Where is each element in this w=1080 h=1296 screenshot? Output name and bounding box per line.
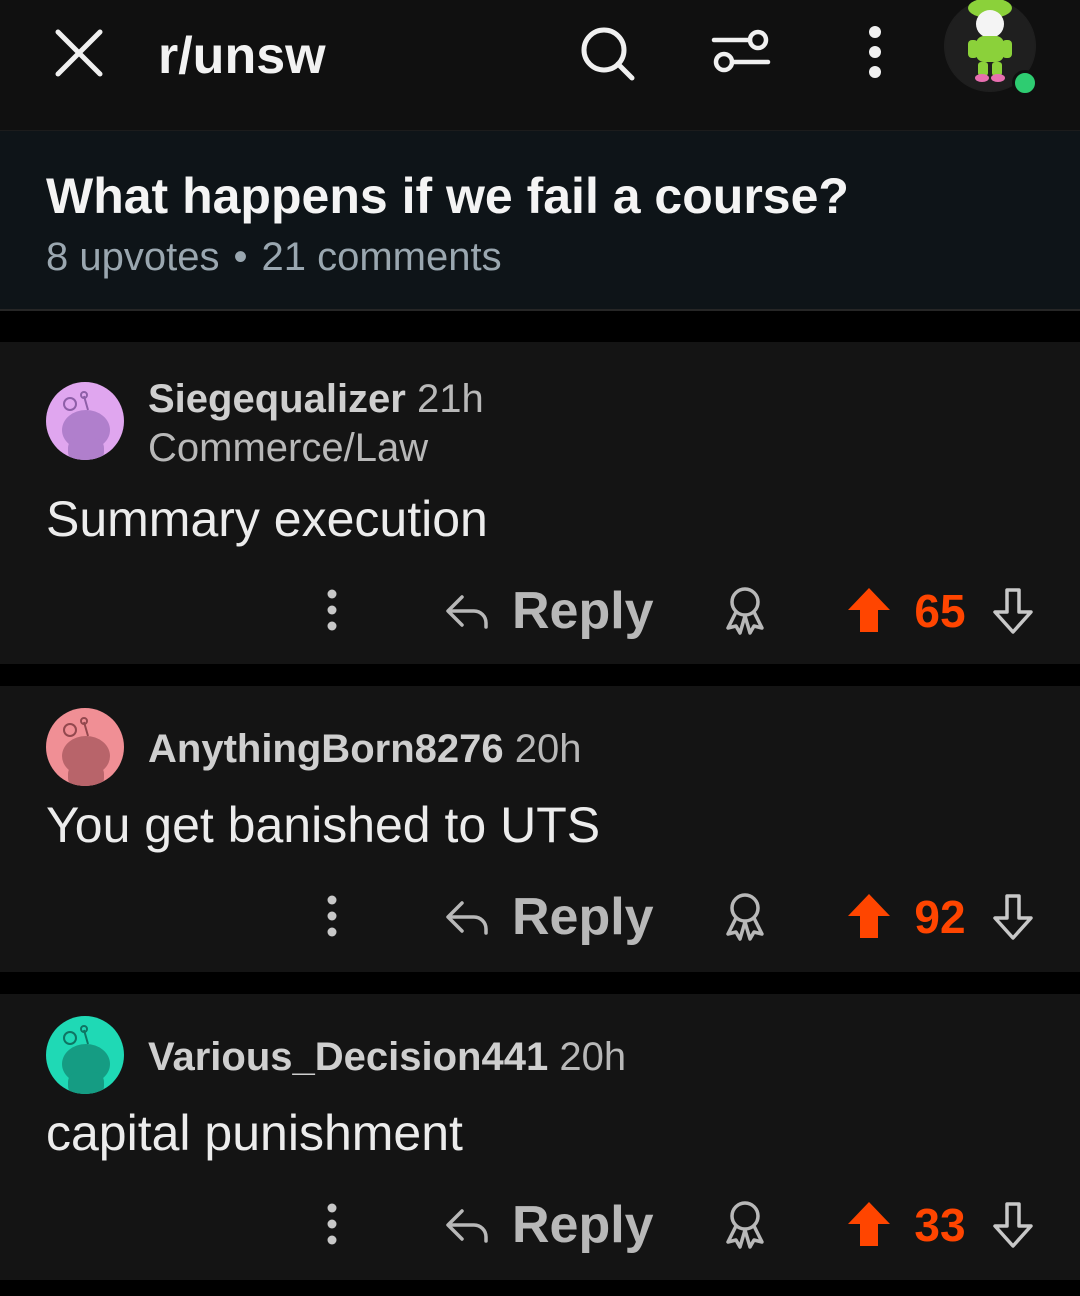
username[interactable]: AnythingBorn8276 (148, 727, 504, 771)
reply-icon (446, 595, 488, 629)
search-icon[interactable] (578, 24, 638, 84)
close-icon[interactable] (52, 26, 106, 80)
upvote-icon[interactable] (846, 1198, 892, 1252)
comment-actions: Reply 92 (0, 882, 1080, 952)
more-vertical-icon[interactable] (852, 24, 898, 80)
username[interactable]: Various_Decision441 (148, 1035, 548, 1079)
comment: AnythingBorn8276 20h You get banished to… (0, 686, 1080, 972)
comment-body: You get banished to UTS (46, 797, 601, 853)
award-icon[interactable] (722, 890, 768, 942)
post-title[interactable]: What happens if we fail a course? (46, 167, 849, 225)
reply-label: Reply (512, 888, 654, 946)
comment-count: 21 comments (261, 235, 502, 279)
comment-time: 20h (514, 727, 582, 771)
comment: Various_Decision441 20h capital punishme… (0, 994, 1080, 1280)
comment: Siegequalizer 21h Commerce/Law Summary e… (0, 342, 1080, 664)
user-flair: Commerce/Law (148, 426, 429, 470)
meta-separator: • (233, 235, 248, 279)
comment-body: capital punishment (46, 1105, 463, 1161)
top-app-bar: r/unsw (0, 0, 1080, 131)
avatar[interactable] (46, 708, 124, 786)
filter-icon[interactable] (710, 26, 772, 78)
vote-score: 65 (914, 585, 966, 637)
comment-header: Various_Decision441 20h (148, 1032, 626, 1082)
vote-score: 92 (914, 891, 966, 943)
upvote-count: 8 upvotes (46, 235, 220, 279)
reply-icon (446, 901, 488, 935)
downvote-icon[interactable] (990, 584, 1036, 638)
reply-button[interactable]: Reply (444, 576, 654, 646)
comment-header: Siegequalizer 21h (148, 374, 484, 424)
upvote-icon[interactable] (846, 584, 892, 638)
more-options-icon[interactable] (312, 888, 352, 944)
reply-icon (446, 1209, 488, 1243)
comment-actions: Reply 33 (0, 1190, 1080, 1260)
more-options-icon[interactable] (312, 1196, 352, 1252)
comment-actions: Reply 65 (0, 576, 1080, 646)
username[interactable]: Siegequalizer (148, 377, 406, 421)
comment-header: AnythingBorn8276 20h (148, 724, 581, 774)
reply-label: Reply (512, 1196, 654, 1254)
reply-button[interactable]: Reply (444, 1190, 654, 1260)
comment-time: 21h (417, 377, 484, 421)
downvote-icon[interactable] (990, 890, 1036, 944)
comment-body: Summary execution (46, 491, 488, 547)
more-options-icon[interactable] (312, 582, 352, 638)
vote-score: 33 (914, 1199, 966, 1251)
comment-time: 20h (559, 1035, 627, 1079)
award-icon[interactable] (722, 584, 768, 636)
post-meta: 8 upvotes • 21 comments (46, 235, 502, 280)
avatar[interactable] (46, 382, 124, 460)
downvote-icon[interactable] (990, 1198, 1036, 1252)
post-header: What happens if we fail a course? 8 upvo… (0, 131, 1080, 311)
reply-button[interactable]: Reply (444, 882, 654, 952)
avatar[interactable] (46, 1016, 124, 1094)
reply-label: Reply (512, 582, 654, 640)
upvote-icon[interactable] (846, 890, 892, 944)
online-status-indicator (1012, 70, 1038, 96)
award-icon[interactable] (722, 1198, 768, 1250)
subreddit-name[interactable]: r/unsw (158, 26, 326, 86)
